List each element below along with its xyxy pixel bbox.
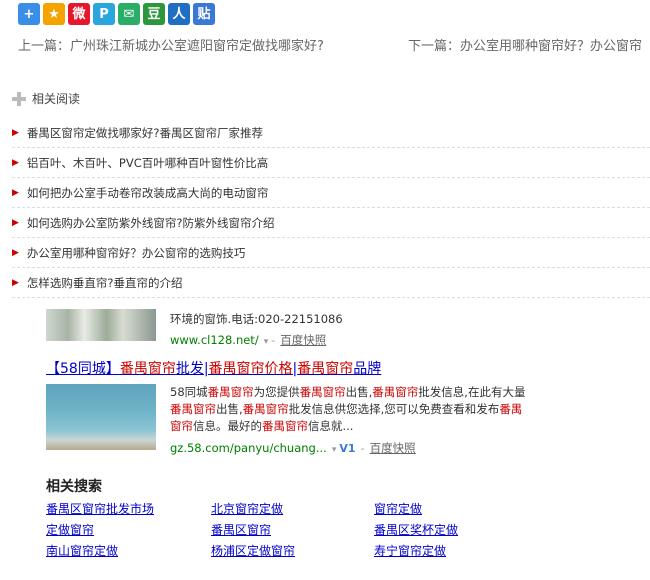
related-reading-item[interactable]: ▶ 铝百叶、木百叶、PVC百叶哪种百叶窗性价比高 (12, 148, 650, 178)
related-reading-item[interactable]: ▶ 如何选购办公室防紫外线窗帘?防紫外线窗帘介绍 (12, 208, 650, 238)
plus-share-icon[interactable]: + (18, 3, 40, 25)
related-reading-link[interactable]: 怎样选购垂直帘?垂直帘的介绍 (27, 275, 183, 291)
result-url-line: gz.58.com/panyu/chuang... ▾ V1 - 百度快照 (170, 437, 416, 456)
text-segment: 为您提供 (253, 385, 300, 399)
arrow-bullet-icon: ▶ (12, 187, 19, 198)
related-reading-item[interactable]: ▶ 办公室用哪种窗帘好？办公窗帘的选购技巧 (12, 238, 650, 268)
next-article-link[interactable]: 下一篇：办公室用哪种窗帘好？办公窗帘 (408, 35, 642, 54)
related-reading-item[interactable]: ▶ 番禺区窗帘定做找哪家好?番禺区窗帘厂家推荐 (12, 118, 650, 148)
tieba-icon[interactable]: 贴 (193, 3, 215, 25)
separator: - (360, 442, 365, 455)
related-reading-link[interactable]: 番禺区窗帘定做找哪家好?番禺区窗帘厂家推荐 (27, 125, 263, 141)
ad-url[interactable]: www.cl128.net/ (170, 333, 259, 347)
arrow-bullet-icon: ▶ (12, 247, 19, 258)
related-search-link[interactable]: 窗帘定做 (374, 500, 422, 517)
result-url[interactable]: gz.58.com/panyu/chuang... (170, 441, 327, 455)
related-search-link[interactable]: 杨浦区定做窗帘 (211, 542, 295, 559)
related-reading-header: 相关阅读 (12, 90, 80, 107)
related-search-link[interactable]: 番禺区窗帘 (211, 521, 271, 538)
related-search-link[interactable]: 北京窗帘定做 (211, 500, 283, 517)
highlighted-keyword: 番禺窗帘 (170, 402, 216, 416)
arrow-bullet-icon: ▶ (12, 157, 19, 168)
snapshot-link[interactable]: 百度快照 (370, 441, 416, 455)
related-search-title: 相关搜索 (46, 479, 102, 495)
highlighted-keyword: 番禺窗帘 (242, 402, 289, 416)
related-reading-link[interactable]: 铝百叶、木百叶、PVC百叶哪种百叶窗性价比高 (27, 155, 268, 171)
result-thumbnail[interactable] (46, 384, 156, 450)
arrow-bullet-icon: ▶ (12, 277, 19, 288)
related-reading-item[interactable]: ▶ 怎样选购垂直帘?垂直帘的介绍 (12, 268, 650, 298)
text-segment: 信息。最好的 (193, 419, 262, 433)
separator: - (271, 334, 276, 347)
share-bar: + ★ 微 P ✉ 豆人贴 (18, 3, 215, 25)
highlighted-keyword: 番禺窗帘 (299, 385, 346, 399)
highlighted-keyword: 番禺窗帘 (372, 385, 419, 399)
snapshot-link[interactable]: 百度快照 (280, 333, 326, 347)
highlighted-keyword: 番禺窗帘 (207, 385, 254, 399)
related-reading-title: 相关阅读 (32, 92, 81, 106)
highlighted-keyword: 番禺窗帘价格 (208, 361, 293, 377)
result-title-link[interactable]: 【58同城】番禺窗帘批发|番禺窗帘价格|番禺窗帘品牌 (46, 358, 381, 378)
renren-icon[interactable]: 人 (168, 3, 190, 25)
related-reading-list: ▶ 番禺区窗帘定做找哪家好?番禺区窗帘厂家推荐 ▶ 铝百叶、木百叶、PVC百叶哪种百叶… (12, 118, 650, 298)
text-segment: 58同城 (170, 385, 208, 399)
text-segment: 批发信息供您选择,您可以免费查看和发布 (288, 402, 500, 416)
related-reading-link[interactable]: 如何选购办公室防紫外线窗帘?防紫外线窗帘介绍 (27, 215, 275, 231)
text-segment: 批发| (175, 361, 209, 377)
p-share-icon[interactable]: P (93, 3, 115, 25)
related-search-link[interactable]: 寿宁窗帘定做 (374, 542, 446, 559)
wechat-icon[interactable]: ✉ (118, 3, 140, 25)
text-segment: 信息就... (308, 419, 354, 433)
star-favorite-icon[interactable]: ★ (43, 3, 65, 25)
douban-icon[interactable]: 豆 (143, 3, 165, 25)
arrow-bullet-icon: ▶ (12, 217, 19, 228)
related-search-link[interactable]: 番禺区奖杯定做 (374, 521, 458, 538)
weibo-icon[interactable]: 微 (68, 3, 90, 25)
highlighted-keyword: 番禺窗帘 (262, 419, 308, 433)
highlighted-keyword: 番禺窗帘 (297, 361, 354, 377)
related-reading-link[interactable]: 如何把办公室手动卷帘改装成高大尚的电动窗帘 (27, 185, 269, 201)
prev-article-link[interactable]: 上一篇：广州珠江新城办公室遮阳窗帘定做找哪家好? (18, 35, 324, 54)
arrow-bullet-icon: ▶ (12, 127, 19, 138)
related-search-link[interactable]: 南山窗帘定做 (46, 542, 118, 559)
ad-thumbnail[interactable] (46, 309, 156, 341)
result-snippet: 58同城番禺窗帘为您提供番禺窗帘出售,番禺窗帘批发信息,在此有大量番禺窗帘出售,… (170, 384, 530, 435)
highlighted-keyword: 番禺窗帘 (119, 361, 176, 377)
text-segment: 批发信息,在此有大量 (418, 385, 526, 399)
text-segment: 出售, (345, 385, 373, 399)
related-reading-link[interactable]: 办公室用哪种窗帘好？办公窗帘的选购技巧 (27, 245, 246, 261)
text-segment: 品牌 (353, 361, 382, 377)
ad-description: 环境的窗饰.电话:020-22151086 (170, 312, 343, 326)
text-segment: 出售, (216, 402, 243, 416)
ad-url-line: www.cl128.net/ ▾ - 百度快照 (170, 329, 326, 348)
plus-icon (12, 91, 26, 106)
v1-badge[interactable]: V1 (339, 442, 355, 455)
related-reading-item[interactable]: ▶ 如何把办公室手动卷帘改装成高大尚的电动窗帘 (12, 178, 650, 208)
text-segment: 【58同城】 (46, 361, 120, 377)
related-search-link[interactable]: 番禺区窗帘批发市场 (46, 500, 154, 517)
related-search-link[interactable]: 定做窗帘 (46, 521, 94, 538)
